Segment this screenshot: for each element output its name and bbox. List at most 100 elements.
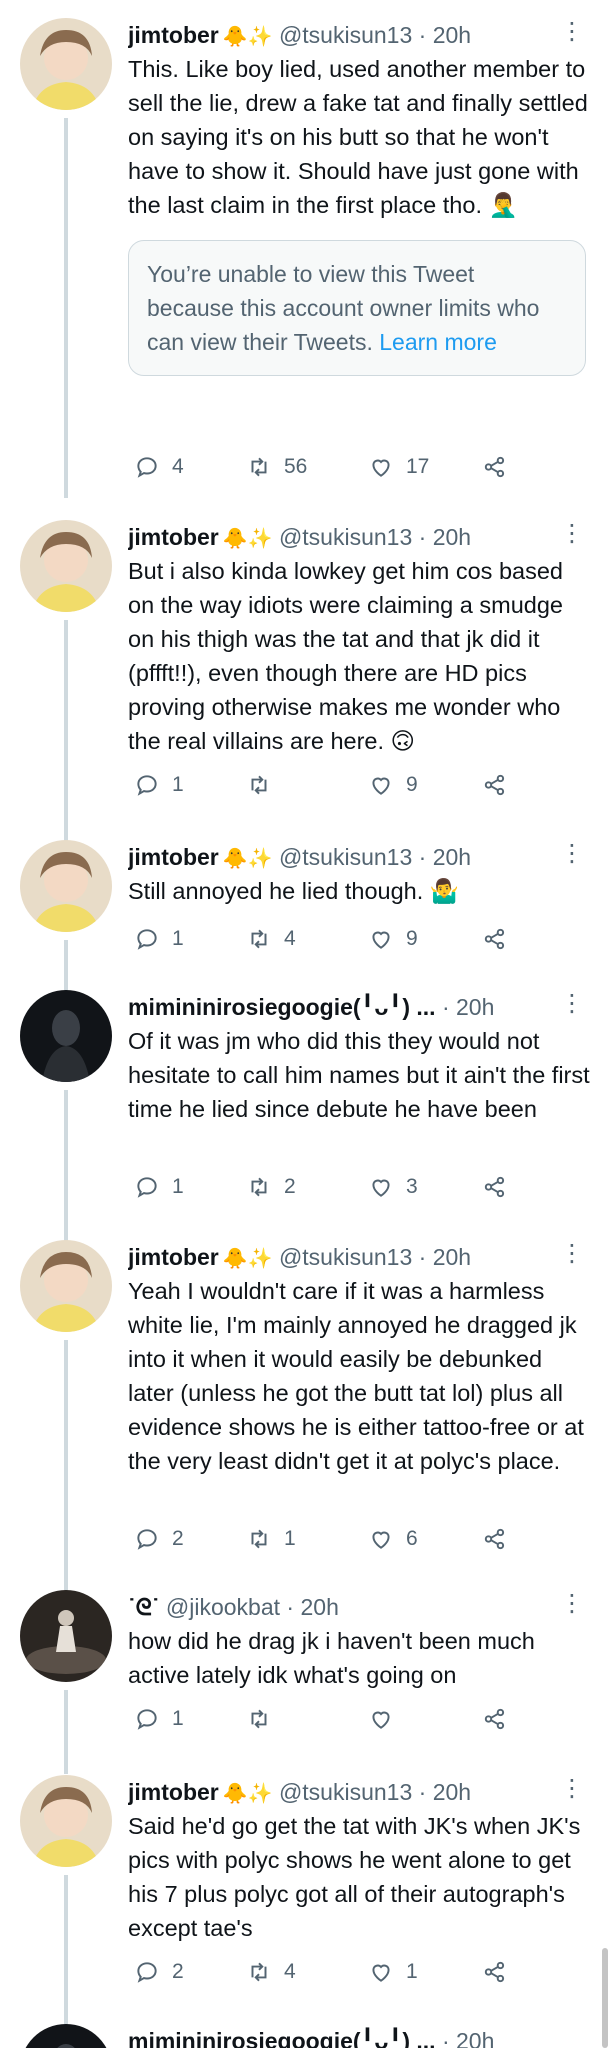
username-handle[interactable]: @tsukisun13 xyxy=(279,1244,412,1270)
more-icon[interactable]: ⋮ xyxy=(560,520,584,548)
retweet-count: 1 xyxy=(284,1527,296,1550)
retweet-icon xyxy=(251,1177,267,1197)
tweet-text: Said he'd go get the tat with JK's when … xyxy=(128,1813,581,1941)
retweet-button[interactable]: 4 xyxy=(246,1955,296,1989)
display-name[interactable]: jimtober xyxy=(128,524,219,550)
timestamp[interactable]: 20h xyxy=(433,1244,471,1270)
learn-more-link[interactable]: Learn more xyxy=(379,329,497,355)
share-button[interactable] xyxy=(482,1955,508,1989)
reply-count: 2 xyxy=(172,1960,184,1983)
share-button[interactable] xyxy=(482,450,508,484)
display-name[interactable]: jimtober xyxy=(128,1779,219,1805)
reply-count: 2 xyxy=(172,1527,184,1550)
avatar[interactable] xyxy=(20,1590,112,1682)
more-icon[interactable]: ⋮ xyxy=(560,840,584,868)
avatar[interactable] xyxy=(20,1775,112,1867)
username-handle[interactable]: @tsukisun13 xyxy=(279,524,412,550)
display-name[interactable]: ˙ᘓ˙ xyxy=(128,1594,160,1620)
timestamp[interactable]: 20h xyxy=(433,524,471,550)
avatar[interactable] xyxy=(20,2024,112,2048)
reply-button[interactable]: 1 xyxy=(134,1170,184,1204)
tweet[interactable]: jimtober 🐥✨ @tsukisun13 · 20h ⋮ Yeah I wo… xyxy=(0,1240,608,1592)
tweet[interactable]: jimtober 🐥✨ @tsukisun13 · 20h ⋮ But i als… xyxy=(0,520,608,842)
separator-dot: · xyxy=(441,2028,450,2048)
separator-dot: · xyxy=(286,1594,295,1620)
more-icon[interactable]: ⋮ xyxy=(560,1590,584,1618)
timestamp[interactable]: 20h xyxy=(433,1779,471,1805)
share-button[interactable] xyxy=(482,1522,508,1556)
timestamp[interactable]: 20h xyxy=(433,844,471,870)
retweet-button[interactable] xyxy=(246,1702,284,1736)
reply-button[interactable]: 1 xyxy=(134,768,184,802)
like-button[interactable]: 17 xyxy=(368,450,429,484)
scrollbar[interactable] xyxy=(602,1948,608,2048)
retweet-count: 4 xyxy=(284,1960,296,1983)
more-icon[interactable]: ⋮ xyxy=(560,990,584,1018)
display-name[interactable]: jimtober xyxy=(128,22,219,48)
timestamp[interactable]: 20h xyxy=(300,1594,338,1620)
timestamp[interactable]: 20h xyxy=(456,2028,494,2048)
retweet-button[interactable]: 1 xyxy=(246,1522,296,1556)
tweet-content: jimtober 🐥✨ @tsukisun13 · 20h ⋮ Yeah I wo… xyxy=(128,1240,594,1478)
timestamp[interactable]: 20h xyxy=(456,994,494,1020)
tweet-actions: 4 56 17 xyxy=(128,450,528,484)
retweet-count: 4 xyxy=(284,927,296,950)
tweet-header: mimininirosiegoogie(╹ᴗ╹) ... · 20h xyxy=(128,2024,594,2048)
more-icon[interactable]: ⋮ xyxy=(560,1240,584,1268)
thread-line xyxy=(64,118,68,498)
like-count: 9 xyxy=(406,927,418,950)
tweet[interactable]: mimininirosiegoogie(╹ᴗ╹) ... · 20h xyxy=(0,2024,608,2048)
avatar[interactable] xyxy=(20,520,112,612)
tweet-header: jimtober 🐥✨ @tsukisun13 · 20h ⋮ xyxy=(128,18,594,52)
like-button[interactable]: 1 xyxy=(368,1955,418,1989)
retweet-icon xyxy=(251,929,267,949)
like-button[interactable]: 9 xyxy=(368,768,418,802)
avatar[interactable] xyxy=(20,18,112,110)
username-handle[interactable]: @tsukisun13 xyxy=(279,22,412,48)
separator-dot: · xyxy=(418,22,427,48)
more-icon[interactable]: ⋮ xyxy=(560,1775,584,1803)
username-handle[interactable]: @jikookbat xyxy=(166,1594,280,1620)
avatar[interactable] xyxy=(20,1240,112,1332)
like-button[interactable] xyxy=(368,1702,406,1736)
separator-dot: · xyxy=(418,1779,427,1805)
display-name[interactable]: mimininirosiegoogie(╹ᴗ╹) ... xyxy=(128,994,436,1020)
name-emoji: 🐥✨ xyxy=(222,26,273,48)
like-button[interactable]: 9 xyxy=(368,922,418,956)
reply-button[interactable]: 2 xyxy=(134,1522,184,1556)
username-handle[interactable]: @tsukisun13 xyxy=(279,1779,412,1805)
share-button[interactable] xyxy=(482,1170,508,1204)
tweet[interactable]: jimtober 🐥✨ @tsukisun13 · 20h ⋮ This. Lik… xyxy=(0,18,608,498)
avatar[interactable] xyxy=(20,840,112,932)
tweet-text: Still annoyed he lied though. 🤷‍♂️ xyxy=(128,878,460,904)
display-name[interactable]: jimtober xyxy=(128,844,219,870)
timestamp[interactable]: 20h xyxy=(433,22,471,48)
reply-button[interactable]: 2 xyxy=(134,1955,184,1989)
more-icon[interactable]: ⋮ xyxy=(560,18,584,46)
thread-line xyxy=(64,1690,68,1774)
tweet[interactable]: jimtober 🐥✨ @tsukisun13 · 20h ⋮ Said he'd… xyxy=(0,1775,608,2025)
username-handle[interactable]: @tsukisun13 xyxy=(279,844,412,870)
reply-button[interactable]: 1 xyxy=(134,1702,184,1736)
share-button[interactable] xyxy=(482,1702,508,1736)
display-name[interactable]: jimtober xyxy=(128,1244,219,1270)
tweet[interactable]: ˙ᘓ˙ @jikookbat · 20h ⋮ how did he drag j… xyxy=(0,1590,608,1774)
avatar[interactable] xyxy=(20,990,112,1082)
heart-icon xyxy=(372,931,390,949)
share-button[interactable] xyxy=(482,768,508,802)
reply-button[interactable]: 1 xyxy=(134,922,184,956)
retweet-button[interactable] xyxy=(246,768,284,802)
reply-icon xyxy=(137,929,157,950)
share-button[interactable] xyxy=(482,922,508,956)
like-button[interactable]: 6 xyxy=(368,1522,418,1556)
reply-icon xyxy=(137,775,157,796)
display-name[interactable]: mimininirosiegoogie(╹ᴗ╹) ... xyxy=(128,2028,436,2048)
retweet-button[interactable]: 2 xyxy=(246,1170,296,1204)
tweet[interactable]: jimtober 🐥✨ @tsukisun13 · 20h ⋮ Still ann… xyxy=(0,840,608,1002)
retweet-button[interactable]: 4 xyxy=(246,922,296,956)
retweet-button[interactable]: 56 xyxy=(246,450,307,484)
reply-button[interactable]: 4 xyxy=(134,450,184,484)
like-button[interactable]: 3 xyxy=(368,1170,418,1204)
tweet-content: ˙ᘓ˙ @jikookbat · 20h ⋮ how did he drag j… xyxy=(128,1590,594,1692)
tweet[interactable]: mimininirosiegoogie(╹ᴗ╹) ... · 20h ⋮ Of … xyxy=(0,990,608,1242)
